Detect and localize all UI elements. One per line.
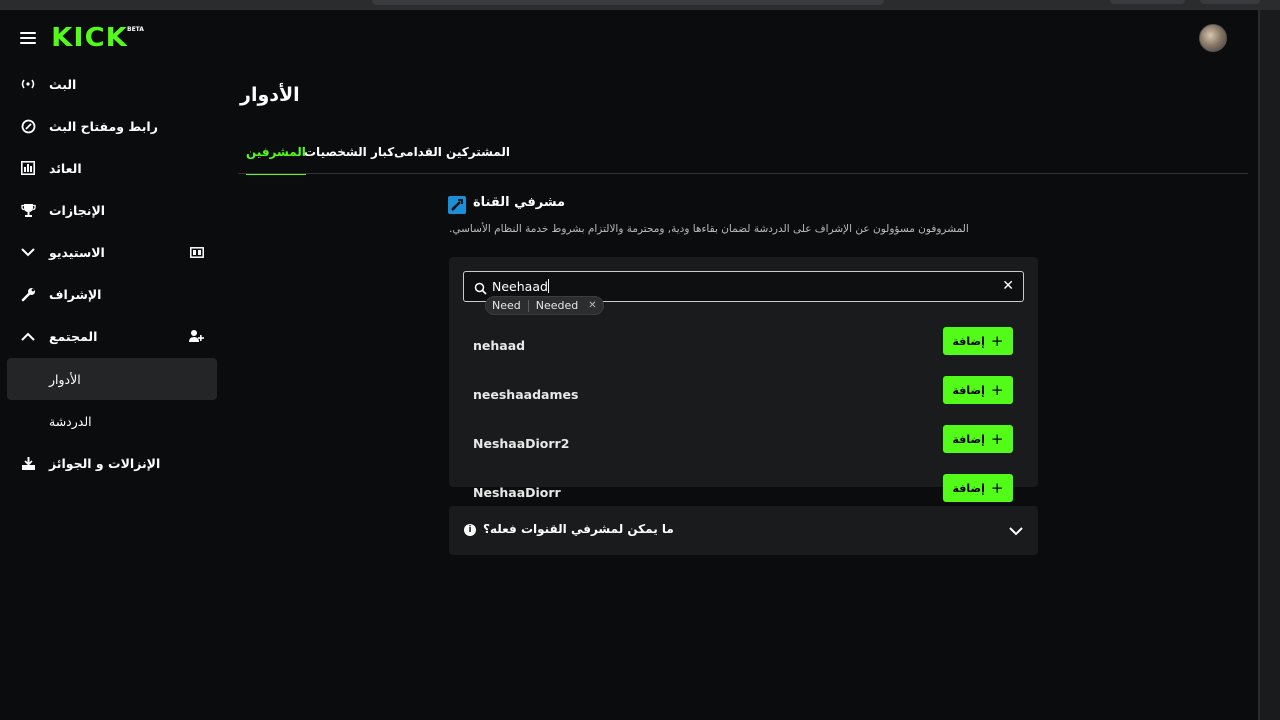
studio-icon: [189, 245, 205, 259]
sidebar-item-community[interactable]: المجتمع: [7, 315, 217, 357]
sidebar-item-stream-key[interactable]: رابط ومفتاح البث: [7, 105, 217, 147]
moderator-faq-accordion[interactable]: i ما يمكن لمشرفي القنوات فعله؟: [449, 506, 1038, 555]
tab-og-subscribers[interactable]: المشتركين القدامى: [394, 140, 510, 175]
username: NeshaaDiorr: [473, 485, 561, 500]
user-avatar[interactable]: [1199, 24, 1227, 52]
add-moderator-button[interactable]: إضافة +: [943, 376, 1013, 404]
plus-icon: +: [990, 429, 1004, 448]
add-moderator-button[interactable]: إضافة +: [943, 327, 1013, 355]
browser-toolbar-pill[interactable]: [1110, 0, 1185, 4]
page-title: الأدوار: [240, 84, 300, 106]
plus-icon: +: [990, 380, 1004, 399]
add-label: إضافة: [952, 334, 985, 348]
suggestion-item[interactable]: Needed: [536, 299, 579, 312]
sidebar-item-moderation[interactable]: الإشراف: [7, 273, 217, 315]
username: neeshaadames: [473, 387, 579, 402]
section-description: .المشروفون مسؤولون عن الإشراف على الدردش…: [449, 223, 969, 235]
sword-icon: [448, 196, 466, 214]
suggestion-item[interactable]: Need: [492, 299, 521, 312]
autocorrect-suggestions: Need Needed ✕: [485, 296, 604, 315]
browser-address-bar[interactable]: [372, 0, 884, 5]
dismiss-suggestions-icon[interactable]: ✕: [588, 300, 596, 311]
sidebar-item-drops[interactable]: الإنزالات و الجوائز: [7, 442, 217, 484]
list-item: NeshaaDiorr2 إضافة +: [449, 425, 1038, 465]
username: NeshaaDiorr2: [473, 436, 570, 451]
sidebar-item-label: المجتمع: [49, 328, 98, 344]
community-icon: [189, 329, 205, 343]
username: nehaad: [473, 338, 526, 353]
add-moderator-button[interactable]: إضافة +: [943, 425, 1013, 453]
list-item: nehaad إضافة +: [449, 327, 1038, 367]
search-icon: [474, 280, 488, 295]
tab-moderators[interactable]: المشرفين: [246, 140, 306, 175]
sidebar-item-label: الإنزالات و الجوائز: [49, 455, 161, 471]
plus-icon: +: [990, 331, 1004, 350]
section-title: مشرفي القناة: [473, 195, 566, 210]
beta-badge: BETA: [127, 26, 144, 33]
sidebar-item-label: الإشراف: [49, 286, 102, 302]
add-moderator-button[interactable]: إضافة +: [943, 474, 1013, 502]
plus-icon: +: [990, 478, 1004, 497]
wrench-icon: [20, 286, 36, 302]
tab-vips[interactable]: كبار الشخصيات: [304, 140, 394, 175]
browser-toolbar-pill[interactable]: [1200, 0, 1260, 4]
info-icon: i: [464, 524, 476, 536]
trophy-icon: [20, 202, 36, 218]
chevron-down-icon: [20, 244, 36, 260]
drops-icon: [20, 455, 36, 471]
sidebar-item-label: الدردشة: [49, 413, 92, 429]
close-icon[interactable]: ✕: [1002, 278, 1014, 294]
chevron-up-icon: [20, 328, 36, 344]
revenue-icon: [20, 160, 36, 176]
sidebar-item-label: الاستيديو: [49, 244, 105, 260]
chevron-down-icon[interactable]: [1008, 521, 1024, 537]
add-label: إضافة: [952, 432, 985, 446]
tabs-divider: [238, 173, 1248, 174]
list-item: neeshaadames إضافة +: [449, 376, 1038, 416]
sidebar-item-label: رابط ومفتاح البث: [49, 118, 158, 134]
search-input[interactable]: Neehaad: [492, 279, 548, 294]
sidebar-item-chat[interactable]: الدردشة: [7, 400, 217, 442]
sidebar-item-revenue[interactable]: العائد: [7, 147, 217, 189]
sidebar-item-broadcast[interactable]: البث: [7, 63, 217, 105]
sidebar-item-label: الإنجازات: [49, 202, 106, 218]
page-scrollbar[interactable]: [1260, 10, 1280, 720]
sidebar-item-label: الأدوار: [49, 371, 81, 387]
sidebar-item-roles[interactable]: الأدوار: [7, 358, 217, 400]
add-label: إضافة: [952, 481, 985, 495]
faq-question: ما يمكن لمشرفي القنوات فعله؟: [483, 522, 674, 536]
sidebar-item-label: العائد: [49, 160, 82, 176]
browser-top-strip: [0, 0, 1280, 10]
broadcast-icon: [20, 76, 36, 92]
sidebar-item-studio[interactable]: الاستيديو: [7, 231, 217, 273]
add-label: إضافة: [952, 383, 985, 397]
sidebar-item-label: البث: [49, 76, 77, 92]
link-icon: [20, 118, 36, 134]
sidebar-item-achievements[interactable]: الإنجازات: [7, 189, 217, 231]
hamburger-menu-icon[interactable]: [18, 29, 38, 47]
kick-logo[interactable]: KICK: [51, 23, 128, 53]
